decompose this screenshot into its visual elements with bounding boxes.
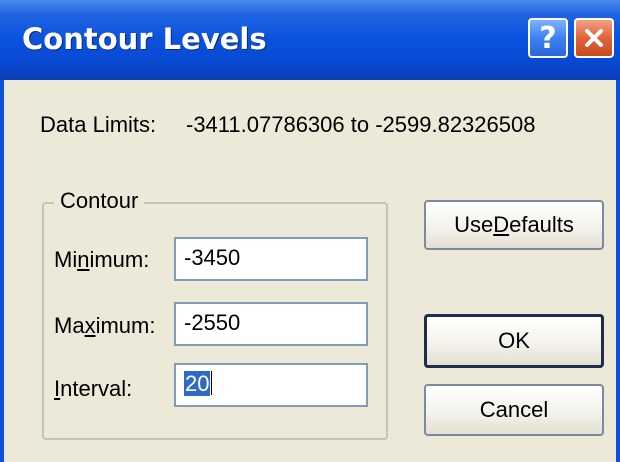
interval-label-post: nterval: bbox=[60, 376, 133, 401]
use-defaults-post: efaults bbox=[509, 212, 574, 237]
maximum-label: Maximum: bbox=[54, 313, 155, 339]
minimum-label: Minimum: bbox=[54, 247, 149, 273]
contour-levels-dialog: Contour Levels ? Data Limits: -3411.0778… bbox=[0, 0, 620, 462]
interval-label: Interval: bbox=[54, 376, 132, 402]
use-defaults-accel: D bbox=[493, 212, 510, 237]
text-caret bbox=[211, 371, 213, 395]
data-limits-value: -3411.07786306 to -2599.82326508 bbox=[186, 112, 536, 137]
ok-label: OK bbox=[498, 328, 530, 353]
cancel-label: Cancel bbox=[479, 397, 549, 422]
title-bar[interactable]: Contour Levels ? bbox=[0, 0, 620, 80]
use-defaults-button[interactable]: Use Defaults bbox=[424, 200, 604, 250]
minimum-label-accel: n bbox=[77, 247, 90, 272]
maximum-label-accel: x bbox=[84, 313, 96, 338]
use-defaults-pre: Use bbox=[454, 212, 494, 237]
help-icon: ? bbox=[539, 20, 557, 56]
window-frame-right bbox=[616, 80, 620, 462]
ok-button[interactable]: OK bbox=[424, 314, 604, 368]
help-button[interactable]: ? bbox=[528, 18, 568, 58]
maximum-label-pre: Ma bbox=[54, 313, 85, 338]
interval-input[interactable]: 20 bbox=[174, 363, 368, 407]
maximum-label-post: imum: bbox=[95, 313, 156, 338]
minimum-input[interactable]: -3450 bbox=[174, 237, 368, 281]
contour-group-label: Contour bbox=[54, 188, 145, 214]
cancel-button[interactable]: Cancel bbox=[424, 384, 604, 436]
minimum-label-pre: Mi bbox=[54, 247, 78, 272]
maximum-input[interactable]: -2550 bbox=[174, 302, 368, 346]
minimum-value: -3450 bbox=[184, 245, 241, 270]
close-button[interactable] bbox=[574, 18, 614, 58]
interval-value: 20 bbox=[184, 371, 211, 396]
window-title: Contour Levels bbox=[22, 22, 267, 56]
window-frame-left bbox=[0, 80, 4, 462]
maximum-value: -2550 bbox=[184, 310, 241, 335]
data-limits-label: Data Limits: bbox=[40, 112, 157, 137]
close-icon bbox=[585, 29, 603, 47]
minimum-label-post: imum: bbox=[89, 247, 150, 272]
